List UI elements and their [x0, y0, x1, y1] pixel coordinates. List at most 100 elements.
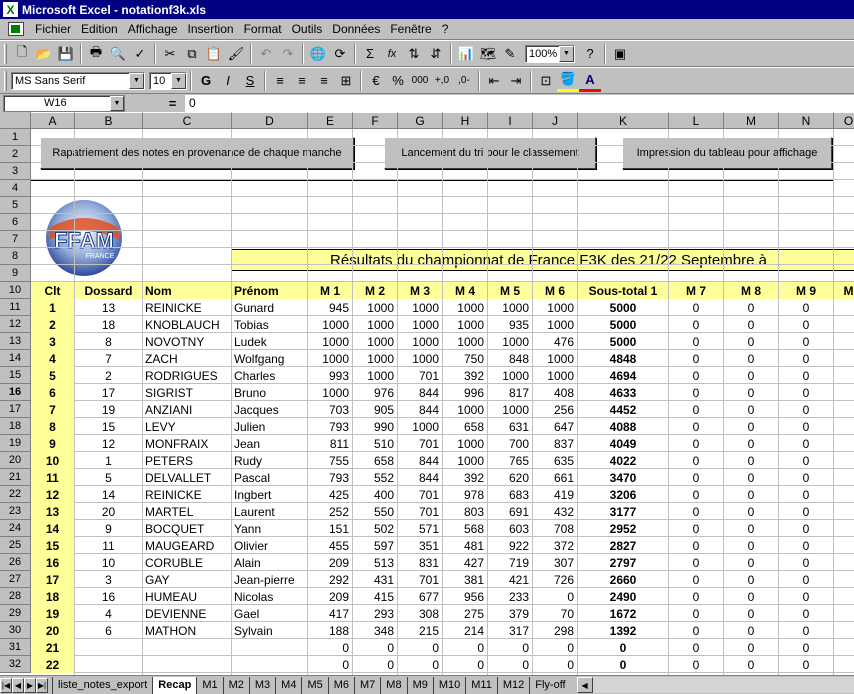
- table-cell[interactable]: 701: [398, 367, 442, 384]
- table-cell[interactable]: 0: [669, 571, 723, 588]
- table-cell[interactable]: 1000: [488, 333, 532, 350]
- table-cell[interactable]: 3: [75, 571, 142, 588]
- table-cell[interactable]: 1000: [398, 316, 442, 333]
- column-header-o[interactable]: O: [834, 112, 854, 129]
- table-cell[interactable]: 3206: [578, 486, 668, 503]
- table-cell[interactable]: 0: [488, 639, 532, 656]
- table-cell[interactable]: 5000: [578, 333, 668, 350]
- table-cell[interactable]: 844: [398, 452, 442, 469]
- table-cell[interactable]: 3: [31, 333, 74, 350]
- table-cell[interactable]: 817: [488, 384, 532, 401]
- table-cell[interactable]: 381: [443, 571, 487, 588]
- table-cell[interactable]: 0: [724, 639, 778, 656]
- table-cell[interactable]: 11: [75, 537, 142, 554]
- table-cell[interactable]: 1000: [443, 401, 487, 418]
- spellcheck-icon[interactable]: ✓: [129, 43, 151, 65]
- table-cell[interactable]: 0: [669, 299, 723, 316]
- table-cell[interactable]: 4088: [578, 418, 668, 435]
- table-cell[interactable]: 1000: [443, 316, 487, 333]
- table-cell[interactable]: 658: [353, 452, 397, 469]
- column-header-k[interactable]: K: [578, 112, 669, 129]
- table-cell[interactable]: 4: [75, 605, 142, 622]
- table-cell[interactable]: LEVY: [143, 418, 231, 435]
- table-cell[interactable]: 708: [533, 520, 577, 537]
- table-cell[interactable]: Pascal: [232, 469, 307, 486]
- column-header-n[interactable]: N: [779, 112, 834, 129]
- table-cell[interactable]: 0: [724, 367, 778, 384]
- table-cell[interactable]: 635: [533, 452, 577, 469]
- table-cell[interactable]: Ingbert: [232, 486, 307, 503]
- table-cell[interactable]: 701: [398, 435, 442, 452]
- table-cell[interactable]: 70: [533, 605, 577, 622]
- table-cell[interactable]: 1000: [308, 350, 352, 367]
- table-cell[interactable]: 1000: [488, 367, 532, 384]
- select-all-corner[interactable]: [0, 112, 31, 129]
- table-cell[interactable]: 0: [724, 299, 778, 316]
- row-header-15[interactable]: 15: [0, 367, 31, 384]
- row-header-17[interactable]: 17: [0, 401, 31, 418]
- table-cell[interactable]: 550: [353, 503, 397, 520]
- table-cell[interactable]: 15: [31, 537, 74, 554]
- table-cell[interactable]: 18: [31, 588, 74, 605]
- function-icon[interactable]: fx: [381, 43, 403, 65]
- table-cell[interactable]: 419: [533, 486, 577, 503]
- table-cell[interactable]: REINICKE: [143, 299, 231, 316]
- table-cell[interactable]: 0: [578, 656, 668, 673]
- drawing-icon[interactable]: ✎: [499, 43, 521, 65]
- table-cell[interactable]: 11: [31, 469, 74, 486]
- table-cell[interactable]: 1000: [533, 367, 577, 384]
- table-cell[interactable]: 9: [75, 520, 142, 537]
- table-cell[interactable]: 5: [75, 469, 142, 486]
- table-cell[interactable]: 1000: [353, 333, 397, 350]
- table-cell[interactable]: 620: [488, 469, 532, 486]
- table-cell[interactable]: 5000: [578, 316, 668, 333]
- font-name-select[interactable]: MS Sans Serif ▼: [11, 71, 145, 90]
- sheet-tab[interactable]: M2: [222, 676, 249, 694]
- table-cell[interactable]: 476: [533, 333, 577, 350]
- table-cell[interactable]: 0: [779, 401, 833, 418]
- table-cell[interactable]: 1000: [398, 418, 442, 435]
- table-cell[interactable]: 392: [443, 367, 487, 384]
- table-cell[interactable]: 0: [779, 605, 833, 622]
- table-cell[interactable]: 20: [75, 503, 142, 520]
- table-cell[interactable]: 0: [398, 639, 442, 656]
- name-box[interactable]: W16 ▼: [3, 94, 125, 112]
- table-cell[interactable]: 4022: [578, 452, 668, 469]
- font-color-icon[interactable]: A: [579, 70, 601, 92]
- table-cell[interactable]: 10: [31, 452, 74, 469]
- print-preview-icon[interactable]: 🔍: [107, 43, 129, 65]
- header-cell[interactable]: M 2: [353, 282, 397, 299]
- table-cell[interactable]: Jacques: [232, 401, 307, 418]
- chevron-down-icon[interactable]: ▼: [559, 45, 574, 62]
- row-header-29[interactable]: 29: [0, 605, 31, 622]
- table-cell[interactable]: Alain: [232, 554, 307, 571]
- table-cell[interactable]: 151: [308, 520, 352, 537]
- table-cell[interactable]: 415: [353, 588, 397, 605]
- table-cell[interactable]: 658: [443, 418, 487, 435]
- table-cell[interactable]: 976: [353, 384, 397, 401]
- table-cell[interactable]: 0: [779, 520, 833, 537]
- next-sheet-icon[interactable]: ▶: [24, 677, 36, 693]
- header-cell[interactable]: M 7: [669, 282, 723, 299]
- table-cell[interactable]: 0: [669, 316, 723, 333]
- chart-wizard-icon[interactable]: 📊: [455, 43, 477, 65]
- table-cell[interactable]: 0: [724, 520, 778, 537]
- table-cell[interactable]: 7: [31, 401, 74, 418]
- font-size-select[interactable]: 10 ▼: [149, 71, 187, 90]
- table-cell[interactable]: 683: [488, 486, 532, 503]
- hyperlink-icon[interactable]: 🌐: [307, 43, 329, 65]
- table-cell[interactable]: 0: [724, 554, 778, 571]
- row-header-28[interactable]: 28: [0, 588, 31, 605]
- table-cell[interactable]: 0: [724, 656, 778, 673]
- currency-icon[interactable]: €: [365, 70, 387, 92]
- table-cell[interactable]: 0: [724, 622, 778, 639]
- table-cell[interactable]: 765: [488, 452, 532, 469]
- header-cell[interactable]: Dossard: [75, 282, 142, 299]
- table-cell[interactable]: 0: [724, 588, 778, 605]
- row-header-12[interactable]: 12: [0, 316, 31, 333]
- table-cell[interactable]: 1000: [443, 452, 487, 469]
- zoom-select[interactable]: 100% ▼: [525, 44, 575, 63]
- table-cell[interactable]: 0: [724, 605, 778, 622]
- table-cell[interactable]: 372: [533, 537, 577, 554]
- impression-button[interactable]: Impression du tableau pour affichage: [622, 137, 832, 169]
